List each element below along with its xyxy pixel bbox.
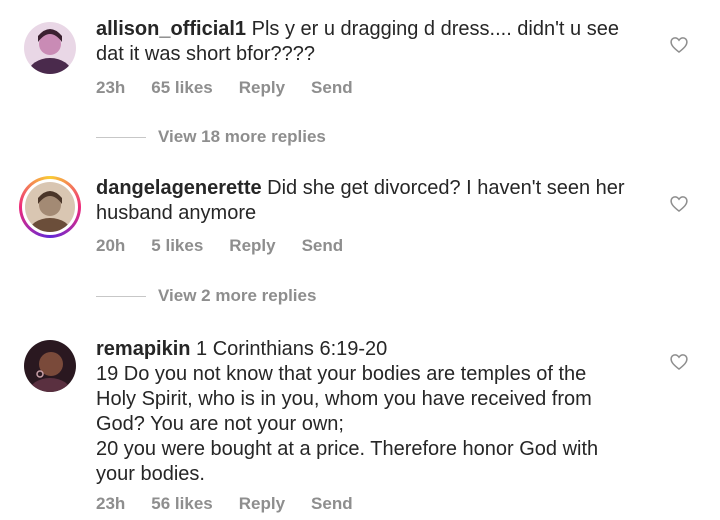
reply-button[interactable]: Reply [239, 494, 285, 514]
avatar-image [24, 340, 76, 392]
username[interactable]: dangelagenerette [96, 177, 262, 199]
avatar-image [25, 182, 75, 232]
timestamp: 23h [96, 494, 126, 513]
like-button[interactable] [669, 35, 689, 55]
reply-button[interactable]: Reply [239, 78, 285, 98]
likes-count[interactable]: 56 likes [151, 494, 212, 514]
send-button[interactable]: Send [311, 494, 353, 514]
comment-text: remapikin 1 Corinthians 6:19-20 19 Do yo… [96, 337, 636, 487]
timestamp: 23h [96, 78, 126, 97]
username[interactable]: remapikin [96, 338, 190, 360]
replies-divider [96, 295, 146, 297]
comment-body-title: 1 Corinthians 6:19-20 [190, 338, 388, 360]
send-button[interactable]: Send [302, 236, 344, 256]
like-button[interactable] [669, 194, 689, 214]
heart-outline-icon [670, 196, 688, 213]
view-replies-button[interactable]: View 2 more replies [96, 286, 316, 306]
comment-body-line: Holy Spirit, who is in you, whom you hav… [96, 388, 592, 410]
timestamp: 20h [96, 236, 126, 255]
comment-body-line: your bodies. [96, 463, 205, 485]
comment-meta: 20h 5 likes Reply Send [96, 236, 369, 256]
heart-outline-icon [670, 37, 688, 54]
comment-body-line: 19 Do you not know that your bodies are … [96, 363, 587, 385]
replies-divider [96, 136, 146, 138]
send-button[interactable]: Send [311, 78, 353, 98]
avatar-image [24, 22, 76, 74]
view-replies-label: View 2 more replies [158, 286, 317, 305]
comment-text: allison_official1 Pls y er u dragging d … [96, 17, 636, 67]
likes-count[interactable]: 65 likes [151, 78, 212, 98]
story-ring[interactable] [19, 176, 81, 238]
comment-meta: 23h 65 likes Reply Send [96, 78, 379, 98]
avatar[interactable] [24, 340, 76, 392]
view-replies-label: View 18 more replies [158, 127, 326, 146]
like-button[interactable] [669, 352, 689, 372]
comment-text: dangelagenerette Did she get divorced? I… [96, 176, 636, 226]
heart-outline-icon [670, 354, 688, 371]
avatar[interactable] [24, 22, 76, 74]
likes-count[interactable]: 5 likes [151, 236, 203, 256]
view-replies-button[interactable]: View 18 more replies [96, 127, 326, 147]
username[interactable]: allison_official1 [96, 18, 246, 40]
reply-button[interactable]: Reply [229, 236, 275, 256]
comment-body-line: 20 you were bought at a price. Therefore… [96, 438, 599, 460]
comment-body-line: God? You are not your own; [96, 413, 344, 435]
avatar [25, 182, 75, 232]
comment-meta: 23h 56 likes Reply Send [96, 494, 379, 514]
